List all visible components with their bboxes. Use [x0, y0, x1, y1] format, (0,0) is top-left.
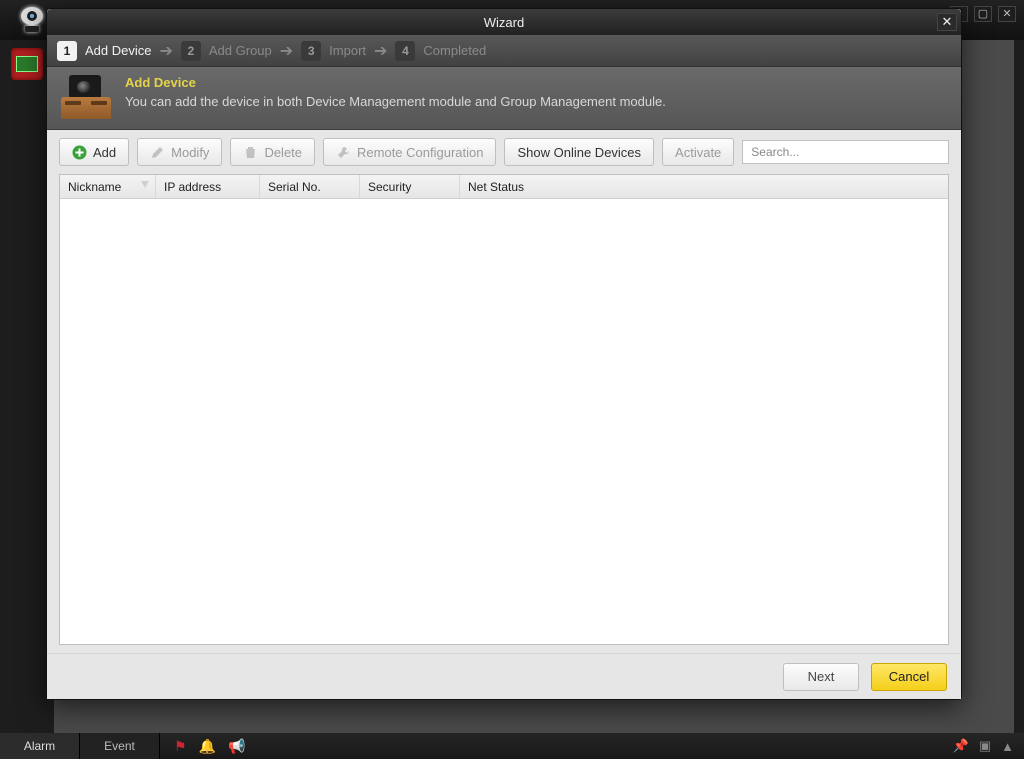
col-serial[interactable]: Serial No.	[260, 175, 360, 198]
toolbar: Add Modify Delete Remote Configuration	[59, 138, 949, 166]
step-3-label: Import	[329, 43, 366, 58]
header-title: Add Device	[125, 75, 947, 90]
arrow-icon: ➔	[280, 41, 293, 61]
wizard-dialog: Wizard ✕ 1 Add Device ➔ 2 Add Group ➔ 3 …	[46, 8, 962, 700]
col-nickname-label: Nickname	[68, 180, 121, 194]
step-4-label: Completed	[423, 43, 486, 58]
step-2-label: Add Group	[209, 43, 272, 58]
bottom-status-icons: ⚑ 🔔 📢	[174, 733, 245, 759]
bottom-right-icons: 📌 ▣ ▲	[953, 733, 1014, 759]
grid-body-empty	[60, 199, 948, 644]
speaker-icon: 📢	[228, 738, 245, 755]
cancel-button[interactable]: Cancel	[871, 663, 947, 691]
show-online-devices-button[interactable]: Show Online Devices	[504, 138, 654, 166]
trash-icon	[243, 145, 258, 160]
header-description: You can add the device in both Device Ma…	[125, 94, 947, 109]
col-security[interactable]: Security	[360, 175, 460, 198]
col-nickname[interactable]: Nickname	[60, 175, 156, 198]
bell-icon: 🔔	[199, 738, 216, 755]
col-serial-label: Serial No.	[268, 180, 321, 194]
col-netstatus-label: Net Status	[468, 180, 524, 194]
arrow-icon: ➔	[374, 41, 387, 61]
bottom-bar: Alarm Event ⚑ 🔔 📢 📌 ▣ ▲	[0, 733, 1024, 759]
grid-header: Nickname IP address Serial No. Security …	[60, 175, 948, 199]
plus-circle-icon	[72, 145, 87, 160]
bottom-tab-alarm[interactable]: Alarm	[0, 733, 80, 759]
pushpin-icon[interactable]: 📌	[953, 738, 969, 754]
remote-config-button[interactable]: Remote Configuration	[323, 138, 496, 166]
step-1-label: Add Device	[85, 43, 151, 58]
window-icon[interactable]: ▣	[979, 738, 991, 754]
wizard-footer: Next Cancel	[47, 653, 961, 699]
alarm-icon: ⚑	[174, 738, 187, 755]
pencil-icon	[150, 145, 165, 160]
add-button[interactable]: Add	[59, 138, 129, 166]
close-icon: ✕	[942, 14, 953, 30]
next-button[interactable]: Next	[783, 663, 859, 691]
activate-button[interactable]: Activate	[662, 138, 734, 166]
wizard-body: Add Modify Delete Remote Configuration	[47, 130, 961, 653]
wizard-description-header: Add Device You can add the device in bot…	[47, 67, 961, 130]
right-edge	[1014, 40, 1024, 733]
step-2-number: 2	[181, 41, 201, 61]
wizard-titlebar: Wizard ✕	[47, 9, 961, 35]
col-netstatus[interactable]: Net Status	[460, 175, 948, 198]
wizard-steps: 1 Add Device ➔ 2 Add Group ➔ 3 Import ➔ …	[47, 35, 961, 67]
close-button[interactable]: ✕	[937, 13, 957, 31]
grid-icon	[16, 56, 38, 72]
wizard-title-text: Wizard	[484, 15, 524, 30]
col-ip-label: IP address	[164, 180, 221, 194]
device-box-icon	[61, 75, 111, 119]
wrench-icon	[336, 145, 351, 160]
arrow-icon: ➔	[159, 41, 172, 61]
remote-config-button-label: Remote Configuration	[357, 145, 483, 160]
bottom-tab-event[interactable]: Event	[80, 733, 160, 759]
sidebar-main-view-button[interactable]	[11, 48, 43, 80]
add-button-label: Add	[93, 145, 116, 160]
show-online-devices-label: Show Online Devices	[517, 145, 641, 160]
activate-button-label: Activate	[675, 145, 721, 160]
delete-button-label: Delete	[264, 145, 302, 160]
os-close-button[interactable]: ✕	[998, 6, 1016, 22]
modify-button-label: Modify	[171, 145, 209, 160]
step-1-number: 1	[57, 41, 77, 61]
step-3-number: 3	[301, 41, 321, 61]
col-ip[interactable]: IP address	[156, 175, 260, 198]
os-maximize-button[interactable]: ▢	[974, 6, 992, 22]
delete-button[interactable]: Delete	[230, 138, 315, 166]
modify-button[interactable]: Modify	[137, 138, 222, 166]
sort-icon	[141, 181, 149, 188]
step-4-number: 4	[395, 41, 415, 61]
device-grid: Nickname IP address Serial No. Security …	[59, 174, 949, 645]
col-security-label: Security	[368, 180, 411, 194]
search-input[interactable]	[742, 140, 949, 164]
up-icon[interactable]: ▲	[1001, 739, 1014, 754]
